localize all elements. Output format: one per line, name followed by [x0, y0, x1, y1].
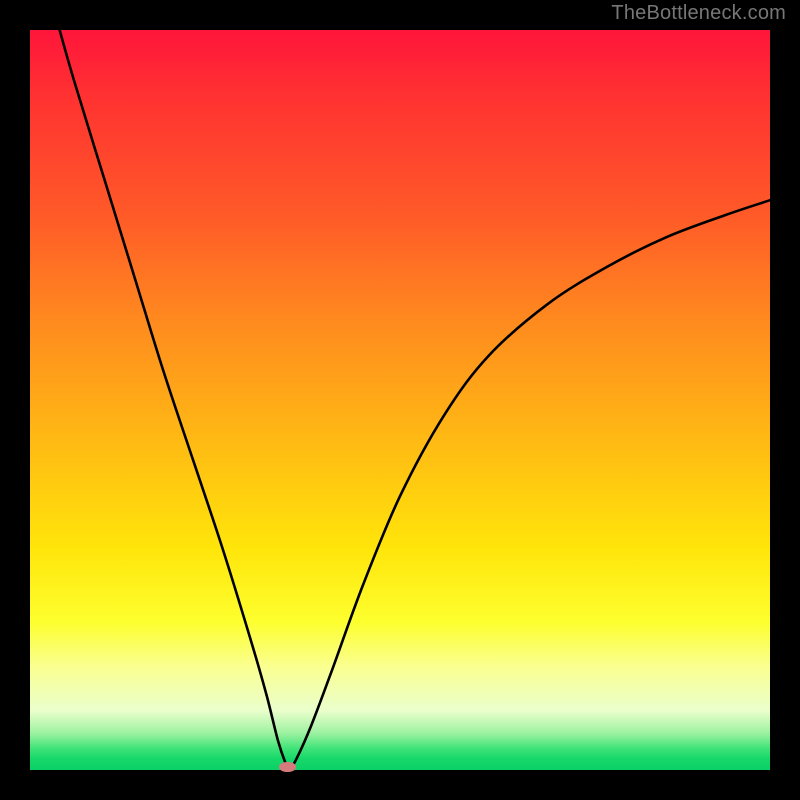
chart-frame: TheBottleneck.com — [0, 0, 800, 800]
bottleneck-curve — [30, 30, 770, 770]
plot-area — [30, 30, 770, 770]
minimum-marker — [279, 762, 295, 772]
watermark-text: TheBottleneck.com — [611, 2, 786, 25]
